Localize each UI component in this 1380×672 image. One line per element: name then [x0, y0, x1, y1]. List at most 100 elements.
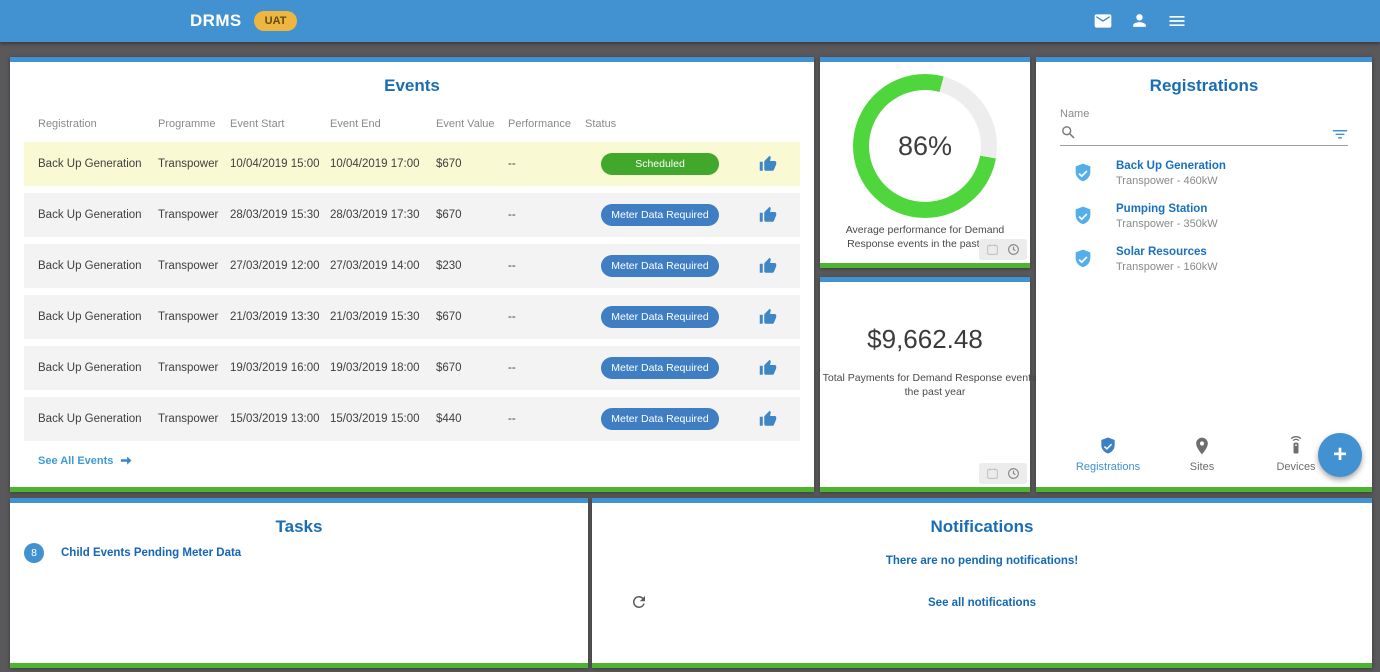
event-value-cell: $230	[436, 260, 508, 272]
task-count-badge: 8	[24, 543, 44, 563]
event-end-cell: 15/03/2019 15:00	[330, 413, 436, 425]
thumbs-up-icon[interactable]	[735, 257, 800, 275]
calendar-icon[interactable]	[986, 467, 999, 480]
column-header-status: Status	[585, 118, 735, 130]
performance-value: 86%	[853, 74, 997, 218]
status-badge[interactable]: Meter Data Required	[601, 255, 719, 277]
event-table-row[interactable]: Back Up Generation Transpower 19/03/2019…	[24, 346, 800, 390]
notifications-title: Notifications	[592, 517, 1372, 537]
tab-registrations-label: Registrations	[1061, 461, 1155, 473]
event-registration-cell: Back Up Generation	[38, 158, 158, 170]
task-item[interactable]: 8 Child Events Pending Meter Data	[24, 543, 241, 563]
see-all-events-link[interactable]: See All Events	[38, 453, 134, 468]
event-value-cell: $670	[436, 209, 508, 221]
registration-detail: Transpower - 350kW	[1116, 218, 1218, 230]
tab-registrations[interactable]: Registrations	[1061, 436, 1155, 473]
event-value-cell: $670	[436, 311, 508, 323]
status-badge[interactable]: Meter Data Required	[601, 204, 719, 226]
mail-icon[interactable]	[1093, 11, 1113, 31]
thumbs-up-icon[interactable]	[735, 206, 800, 224]
events-table-body: Back Up Generation Transpower 10/04/2019…	[24, 142, 800, 441]
registration-search-row	[1060, 120, 1348, 146]
thumbs-up-icon[interactable]	[735, 155, 800, 173]
add-registration-fab[interactable]: +	[1318, 433, 1362, 477]
see-all-events-label: See All Events	[38, 455, 113, 467]
events-title: Events	[10, 76, 814, 96]
event-performance-cell: --	[508, 260, 585, 272]
performance-icon-tray	[979, 239, 1027, 260]
payments-panel: $9,662.48 Total Payments for Demand Resp…	[820, 277, 1030, 492]
event-programme-cell: Transpower	[158, 311, 230, 323]
payments-icon-tray	[979, 463, 1027, 484]
event-end-cell: 27/03/2019 14:00	[330, 260, 436, 272]
clock-icon[interactable]	[1007, 467, 1020, 480]
tab-sites[interactable]: Sites	[1155, 436, 1249, 473]
event-table-row[interactable]: Back Up Generation Transpower 27/03/2019…	[24, 244, 800, 288]
event-programme-cell: Transpower	[158, 362, 230, 374]
event-value-cell: $670	[436, 158, 508, 170]
column-header-registration: Registration	[38, 118, 158, 130]
registration-list-item[interactable]: Back Up Generation Transpower - 460kW	[1060, 156, 1362, 190]
event-start-cell: 28/03/2019 15:30	[230, 209, 330, 221]
event-programme-cell: Transpower	[158, 209, 230, 221]
filter-icon[interactable]	[1332, 128, 1348, 141]
event-value-cell: $440	[436, 413, 508, 425]
event-registration-cell: Back Up Generation	[38, 311, 158, 323]
event-programme-cell: Transpower	[158, 158, 230, 170]
column-header-programme: Programme	[158, 118, 230, 130]
calendar-icon[interactable]	[986, 243, 999, 256]
event-start-cell: 15/03/2019 13:00	[230, 413, 330, 425]
shield-check-icon	[1098, 436, 1118, 456]
event-start-cell: 21/03/2019 13:30	[230, 311, 330, 323]
brand: DRMS UAT	[190, 11, 297, 31]
event-value-cell: $670	[436, 362, 508, 374]
tasks-title: Tasks	[10, 517, 588, 537]
event-end-cell: 19/03/2019 18:00	[330, 362, 436, 374]
status-badge[interactable]: Meter Data Required	[601, 357, 719, 379]
header-icons	[1093, 11, 1187, 31]
registration-list-item[interactable]: Solar Resources Transpower - 160kW	[1060, 242, 1362, 276]
event-end-cell: 10/04/2019 17:00	[330, 158, 436, 170]
event-end-cell: 21/03/2019 15:30	[330, 311, 436, 323]
event-registration-cell: Back Up Generation	[38, 260, 158, 272]
clock-icon[interactable]	[1007, 243, 1020, 256]
registration-name: Back Up Generation	[1116, 160, 1226, 172]
registration-bottom-nav: Registrations Sites Devices	[1061, 436, 1343, 473]
status-badge[interactable]: Meter Data Required	[601, 306, 719, 328]
event-performance-cell: --	[508, 362, 585, 374]
menu-icon[interactable]	[1167, 11, 1187, 31]
event-table-row[interactable]: Back Up Generation Transpower 15/03/2019…	[24, 397, 800, 441]
event-registration-cell: Back Up Generation	[38, 362, 158, 374]
drms-dashboard: DRMS UAT Events Registration Programme E…	[0, 0, 1380, 672]
column-header-performance: Performance	[508, 118, 585, 130]
thumbs-up-icon[interactable]	[735, 359, 800, 377]
thumbs-up-icon[interactable]	[735, 308, 800, 326]
registration-detail: Transpower - 460kW	[1116, 175, 1226, 187]
see-all-notifications-link[interactable]: See all notifications	[592, 597, 1372, 609]
tasks-panel: Tasks 8 Child Events Pending Meter Data	[10, 498, 588, 668]
app-title: DRMS	[190, 11, 242, 31]
tab-sites-label: Sites	[1155, 461, 1249, 473]
registration-list-item[interactable]: Pumping Station Transpower - 350kW	[1060, 199, 1362, 233]
search-icon	[1060, 124, 1077, 141]
registration-search-input[interactable]	[1085, 127, 1324, 141]
account-icon[interactable]	[1130, 11, 1150, 31]
notifications-panel: Notifications There are no pending notif…	[592, 498, 1372, 668]
event-table-row[interactable]: Back Up Generation Transpower 21/03/2019…	[24, 295, 800, 339]
event-table-row[interactable]: Back Up Generation Transpower 28/03/2019…	[24, 193, 800, 237]
status-badge[interactable]: Scheduled	[601, 153, 719, 175]
event-start-cell: 10/04/2019 15:00	[230, 158, 330, 170]
device-remote-icon	[1286, 436, 1306, 456]
column-header-event-start: Event Start	[230, 118, 330, 130]
app-header: DRMS UAT	[0, 0, 1380, 42]
payments-caption: Total Payments for Demand Response event…	[820, 371, 1050, 399]
env-badge: UAT	[254, 11, 298, 31]
thumbs-up-icon[interactable]	[735, 410, 800, 428]
event-performance-cell: --	[508, 311, 585, 323]
performance-donut-chart: 86%	[853, 74, 997, 218]
column-header-event-value: Event Value	[436, 118, 508, 130]
events-table-header: Registration Programme Event Start Event…	[10, 118, 814, 130]
event-table-row[interactable]: Back Up Generation Transpower 10/04/2019…	[24, 142, 800, 186]
status-badge[interactable]: Meter Data Required	[601, 408, 719, 430]
event-registration-cell: Back Up Generation	[38, 209, 158, 221]
